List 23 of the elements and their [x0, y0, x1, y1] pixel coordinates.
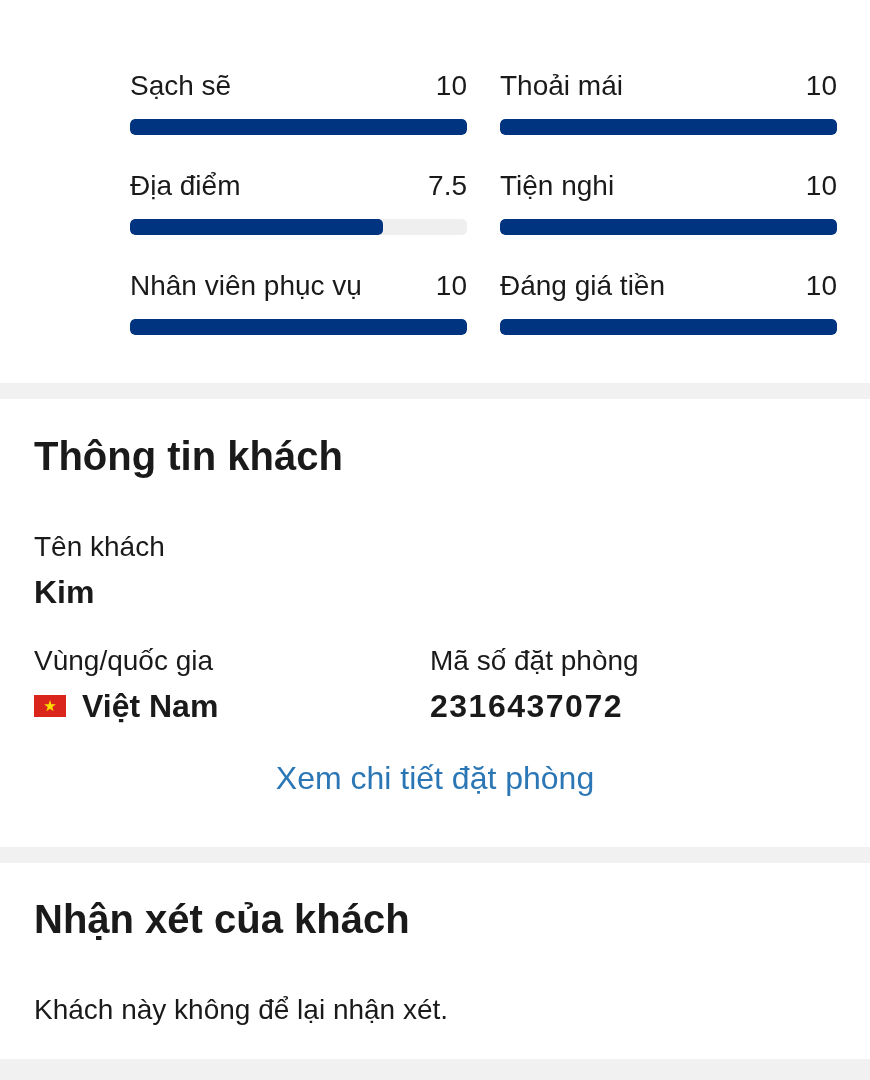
field-label: Vùng/quốc gia	[34, 645, 214, 677]
field-label: Tên khách	[34, 531, 165, 563]
rating-label: Thoải mái	[500, 69, 623, 103]
rating-label: Đáng giá tiền	[500, 269, 665, 303]
rating-score: 10	[435, 269, 467, 303]
guest-name: Kim	[34, 574, 95, 610]
review-text: Khách này không để lại nhận xét.	[34, 994, 449, 1026]
booking-details-link[interactable]: Xem chi tiết đặt phòng	[275, 760, 595, 796]
rating-score: 10	[805, 69, 837, 103]
rating-label: Sạch sẽ	[130, 69, 232, 103]
rating-score: 10	[805, 269, 837, 303]
rating-label: Tiện nghi	[500, 169, 615, 203]
country-name: Việt Nam	[82, 688, 219, 724]
flag-icon	[34, 695, 66, 717]
booking-number: 2316437072	[430, 688, 623, 724]
rating-label: Địa điểm	[130, 169, 241, 203]
rating-score: 10	[805, 169, 837, 203]
field-label: Mã số đặt phòng	[430, 645, 639, 677]
section-title: Nhận xét của khách	[34, 897, 410, 941]
rating-label: Nhân viên phục vụ	[130, 269, 362, 303]
rating-score: 7.5	[428, 169, 467, 203]
section-title: Thông tin khách	[34, 434, 343, 478]
rating-score: 10	[435, 69, 467, 103]
